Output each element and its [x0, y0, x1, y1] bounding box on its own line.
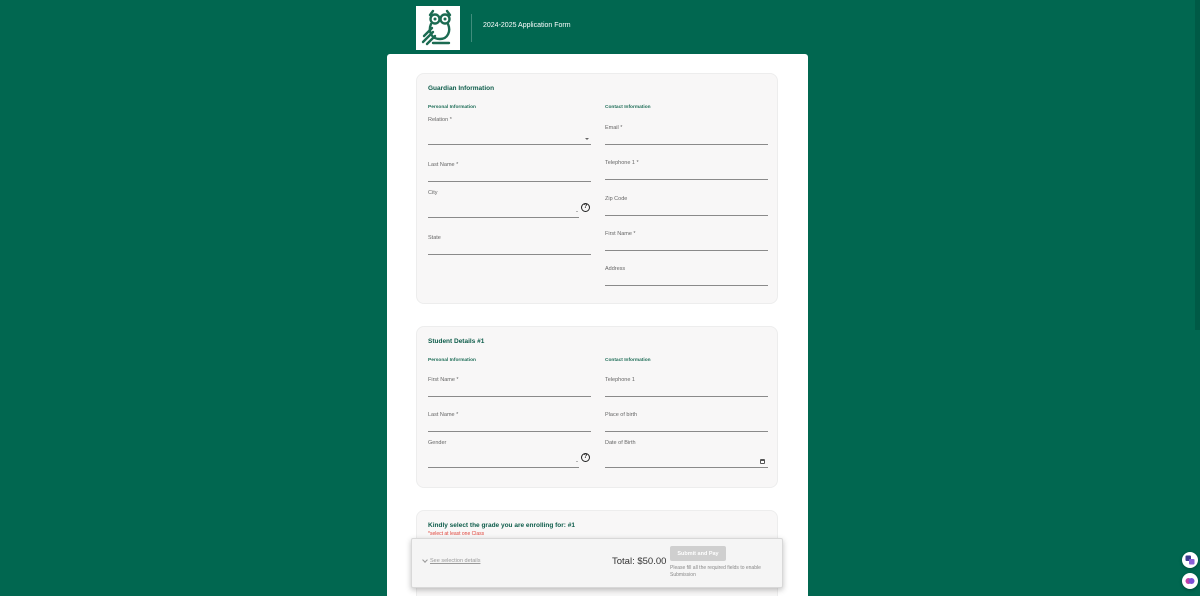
student-card-title: Student Details #1: [428, 338, 485, 345]
page-title: 2024-2025 Application Form: [483, 22, 571, 29]
student-last-name-field[interactable]: Last Name *: [428, 412, 591, 432]
student-first-name-field[interactable]: First Name *: [428, 377, 591, 397]
city-dash: -: [576, 209, 578, 215]
guardian-email-field[interactable]: Email *: [605, 125, 768, 145]
guardian-relation-select[interactable]: Relation *: [428, 117, 591, 145]
student-contact-label: Contact Information: [605, 358, 651, 363]
guardian-city-select[interactable]: City -: [428, 190, 579, 218]
student-place-of-birth-field[interactable]: Place of birth: [605, 412, 768, 432]
student-date-of-birth-field[interactable]: Date of Birth: [605, 440, 768, 468]
guardian-contact-label: Contact Information: [605, 105, 651, 110]
grade-required-note: *select at least one Class: [428, 531, 485, 537]
page-scrollbar[interactable]: [1195, 0, 1200, 330]
form-panel: Guardian Information Personal Informatio…: [387, 54, 808, 596]
chevron-down-icon: [585, 138, 589, 140]
guardian-first-name-field[interactable]: First Name *: [605, 231, 768, 251]
grade-card-title: Kindly select the grade you are enrollin…: [428, 522, 576, 529]
guardian-personal-label: Personal Information: [428, 105, 476, 110]
guardian-last-name-field[interactable]: Last Name *: [428, 162, 591, 182]
gender-dash: -: [576, 459, 578, 465]
calendar-icon[interactable]: [760, 459, 765, 464]
see-selection-details-link[interactable]: See selection details: [422, 557, 480, 564]
guardian-telephone-field[interactable]: Telephone 1 *: [605, 160, 768, 180]
guardian-card: Guardian Information Personal Informatio…: [416, 73, 778, 304]
checkout-bar: See selection details Total: $50.00 Subm…: [411, 538, 783, 588]
guardian-state-field[interactable]: State: [428, 235, 591, 255]
chevron-down-icon: [422, 557, 428, 563]
guardian-zip-field[interactable]: Zip Code: [605, 196, 768, 216]
submit-hint: Please fill all the required fields to e…: [670, 565, 761, 578]
student-gender-select[interactable]: Gender -: [428, 440, 579, 468]
student-personal-label: Personal Information: [428, 358, 476, 363]
help-icon[interactable]: ?: [581, 203, 590, 212]
brain-icon[interactable]: [1182, 573, 1198, 589]
student-card: Student Details #1 Personal Information …: [416, 326, 778, 488]
submit-and-pay-button[interactable]: Submit and Pay: [670, 546, 726, 561]
student-telephone-field[interactable]: Telephone 1: [605, 377, 768, 397]
app-header: 2024-2025 Application Form: [416, 6, 816, 50]
total-amount: Total: $50.00: [612, 556, 667, 567]
help-icon[interactable]: ?: [581, 453, 590, 462]
header-divider: [471, 14, 472, 42]
guardian-card-title: Guardian Information: [428, 85, 495, 92]
translate-icon[interactable]: [1182, 552, 1198, 568]
owl-logo-icon[interactable]: [416, 6, 460, 50]
guardian-address-field[interactable]: Address: [605, 266, 768, 286]
